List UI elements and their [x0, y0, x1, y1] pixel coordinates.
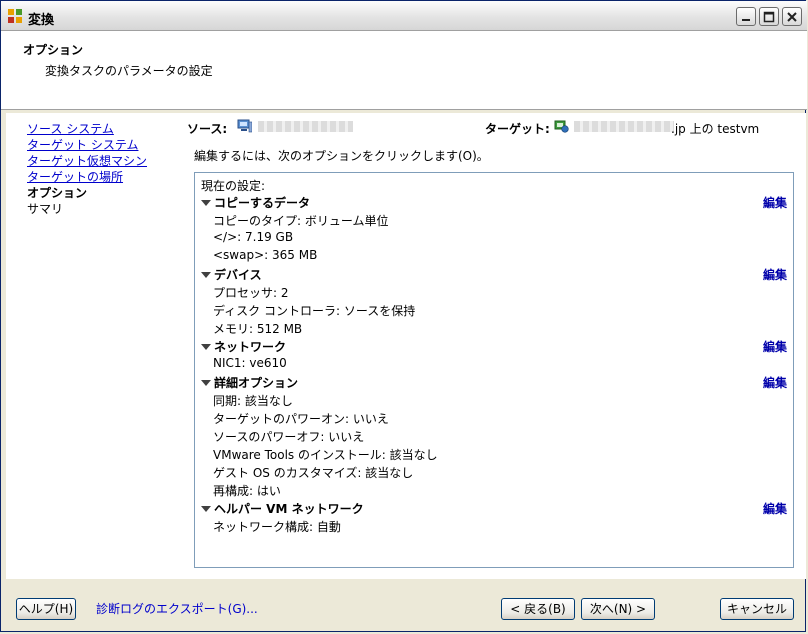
option-item: ディスク コントローラ: ソースを保持	[213, 304, 416, 318]
collapse-triangle-icon[interactable]	[201, 344, 211, 350]
section-title-copy-data[interactable]: コピーするデータ	[214, 194, 310, 211]
source-hostname-redacted	[258, 121, 353, 132]
option-item: <swap>: 365 MB	[213, 248, 318, 262]
edit-helper-vm-network-link[interactable]: 編集	[763, 500, 787, 517]
option-item: ゲスト OS のカスタマイズ: 該当なし	[213, 466, 414, 480]
target-value: .jp 上の testvm	[671, 122, 760, 136]
nav-item-options: オプション	[27, 186, 88, 200]
collapse-triangle-icon[interactable]	[201, 200, 211, 206]
option-item: 再構成: はい	[213, 484, 281, 498]
nav-item-target-vm[interactable]: ターゲット仮想マシン	[27, 152, 147, 169]
converter-window: 変換 オプション 変換タスクのパラメータの設定 ソース システム ターゲット シ…	[0, 0, 807, 633]
wizard-header: オプション 変換タスクのパラメータの設定	[1, 31, 807, 110]
wizard-footer: ヘルプ(H) 診断ログのエクスポート(G)... < 戻る(B) 次へ(N) >…	[1, 581, 807, 633]
minimize-icon	[742, 19, 750, 21]
title-bar[interactable]: 変換	[1, 1, 807, 31]
window-title: 変換	[28, 13, 55, 28]
close-button[interactable]	[782, 7, 802, 26]
collapse-triangle-icon[interactable]	[201, 272, 211, 278]
edit-copy-data-link[interactable]: 編集	[763, 194, 787, 211]
section-title-network[interactable]: ネットワーク	[214, 338, 286, 355]
close-icon	[787, 12, 797, 22]
option-item: 同期: 該当なし	[213, 394, 293, 408]
options-list: 現在の設定: コピーするデータ 編集 コピーのタイプ: ボリューム単位 </>:…	[194, 172, 794, 568]
current-settings-label: 現在の設定:	[201, 179, 266, 193]
section-title-advanced-options[interactable]: 詳細オプション	[214, 374, 298, 391]
edit-devices-link[interactable]: 編集	[763, 266, 787, 283]
converter-app-icon	[8, 9, 22, 23]
nav-item-summary: サマリ	[27, 202, 64, 216]
option-item: プロセッサ: 2	[213, 286, 289, 300]
section-title-helper-vm-network[interactable]: ヘルパー VM ネットワーク	[214, 500, 364, 517]
next-button[interactable]: 次へ(N) >	[581, 598, 655, 620]
page-title: オプション	[23, 43, 84, 57]
source-target-bar: ソース: ターゲット: .jp 上の testvm	[176, 113, 806, 141]
target-hostname-redacted	[574, 121, 674, 132]
maximize-button[interactable]	[759, 7, 779, 26]
option-item: ネットワーク構成: 自動	[213, 520, 341, 534]
nav-item-source-system[interactable]: ソース システム	[27, 120, 114, 137]
option-item: ソースのパワーオフ: いいえ	[213, 430, 365, 444]
physical-machine-icon	[237, 119, 253, 133]
option-item: NIC1: ve610	[213, 356, 287, 370]
option-item: コピーのタイプ: ボリューム単位	[213, 214, 389, 228]
target-label: ターゲット:	[485, 122, 550, 136]
help-button[interactable]: ヘルプ(H)	[16, 598, 76, 620]
page-subtitle: 変換タスクのパラメータの設定	[45, 64, 213, 78]
edit-network-link[interactable]: 編集	[763, 338, 787, 355]
edit-advanced-options-link[interactable]: 編集	[763, 374, 787, 391]
option-item: メモリ: 512 MB	[213, 322, 303, 336]
minimize-button[interactable]	[736, 7, 756, 26]
nav-item-target-location[interactable]: ターゲットの場所	[27, 168, 123, 185]
collapse-triangle-icon[interactable]	[201, 380, 211, 386]
nav-item-target-system[interactable]: ターゲット システム	[27, 136, 138, 153]
maximize-icon	[763, 11, 775, 23]
instruction-text: 編集するには、次のオプションをクリックします(O)。	[194, 149, 489, 163]
section-title-devices[interactable]: デバイス	[214, 266, 262, 283]
back-button[interactable]: < 戻る(B)	[501, 598, 575, 620]
export-diagnostic-logs-link[interactable]: 診断ログのエクスポート(G)...	[96, 600, 258, 617]
option-item: </>: 7.19 GB	[213, 230, 294, 244]
option-item: VMware Tools のインストール: 該当なし	[213, 448, 438, 462]
cancel-button[interactable]: キャンセル	[720, 598, 794, 620]
virtual-machine-icon	[554, 119, 569, 133]
wizard-steps-nav: ソース システム ターゲット システム ターゲット仮想マシン ターゲットの場所 …	[6, 113, 177, 579]
collapse-triangle-icon[interactable]	[201, 506, 211, 512]
option-item: ターゲットのパワーオン: いいえ	[213, 412, 389, 426]
source-label: ソース:	[187, 122, 228, 136]
